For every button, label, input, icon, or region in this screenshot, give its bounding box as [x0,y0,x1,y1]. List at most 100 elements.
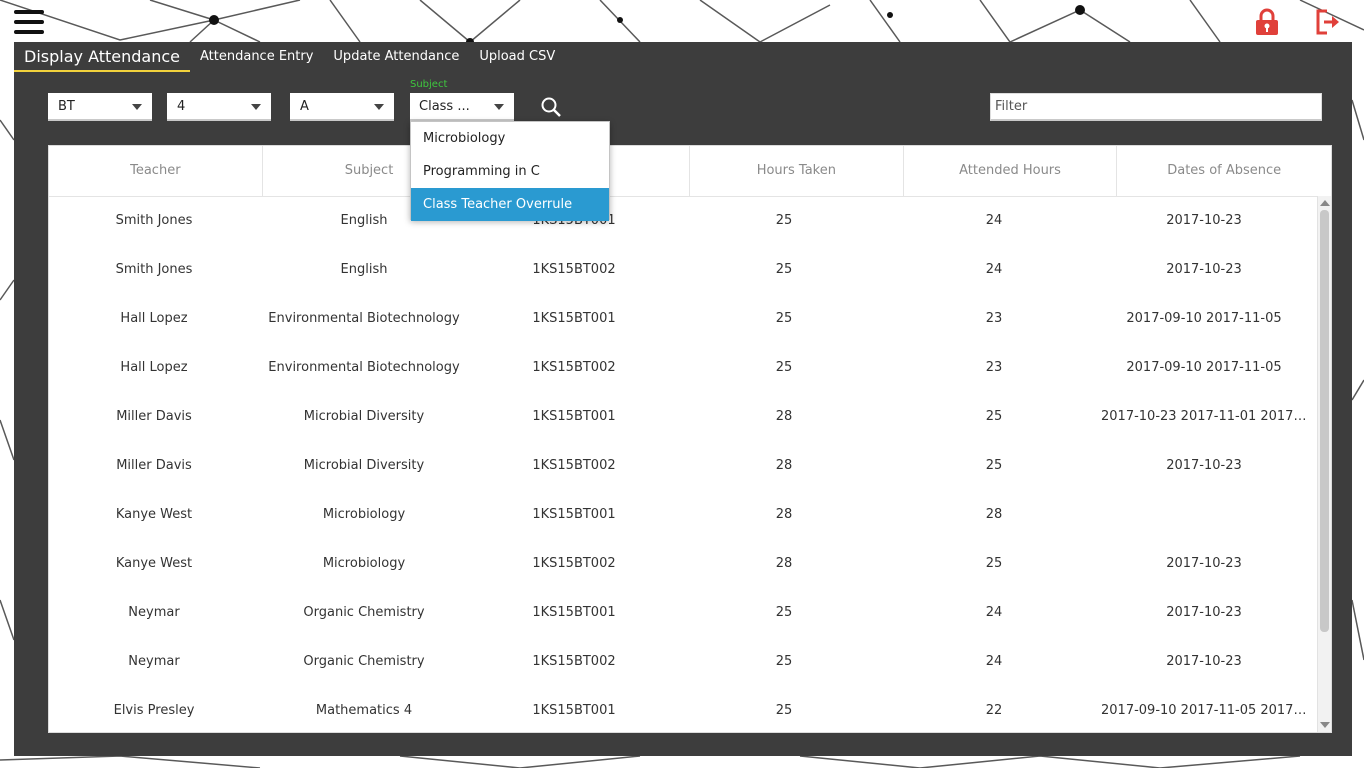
table-row[interactable]: Hall Lopez Environmental Biotechnology 1KS… [49,294,1317,343]
table-row[interactable]: Elvis Presley Mathematics 4 1KS15BT001 25 22… [49,686,1317,732]
table-cell: 25 [985,556,1003,571]
table-cell: Miller Davis [116,458,192,473]
table-cell: Environmental Biotechnology [268,360,460,375]
table-cell: 25 [775,605,793,620]
scroll-thumb[interactable] [1320,210,1329,632]
chevron-down-icon [374,104,384,110]
table-cell: Kanye West [115,556,193,571]
table-cell: 1KS15BT002 [532,360,616,375]
hamburger-menu-icon[interactable] [14,10,44,34]
table-cell: 24 [985,654,1003,669]
subject-value: Class ... [419,99,470,114]
table-cell: 1KS15BT002 [532,262,616,277]
section-select[interactable]: A [290,93,394,121]
table-cell: 22 [985,703,1003,718]
table-cell: Environmental Biotechnology [268,311,460,326]
tab-display-attendance[interactable]: Display Attendance [14,42,190,72]
table-row[interactable]: Kanye West Microbiology 1KS15BT001 28 28 [49,490,1317,539]
dropdown-option[interactable]: Class Teacher Overrule [411,188,609,221]
attendance-panel: Display Attendance Attendance Entry Upda… [14,42,1352,756]
table-cell: 1KS15BT002 [532,556,616,571]
table-cell: Organic Chemistry [303,654,425,669]
table-cell: 1KS15BT001 [532,409,616,424]
chevron-down-icon [494,104,504,110]
table-cell: Microbiology [322,556,406,571]
table-cell: 23 [985,311,1003,326]
table-cell: Microbiology [322,507,406,522]
scroll-up-arrow-icon[interactable] [1320,200,1330,206]
table-cell: 2017-10-23 [1166,556,1242,571]
column-header[interactable]: Hours Taken [690,146,904,196]
table-cell: 2017-10-23 2017-11-01 2017-11... [1101,409,1309,424]
tab-upload-csv[interactable]: Upload CSV [469,42,565,72]
table-row[interactable]: Smith Jones English 1KS15BT002 25 24 2017-10-… [49,245,1317,294]
table-cell: 25 [775,703,793,718]
table-cell: 2017-09-10 2017-11-05 [1126,360,1282,375]
table-cell: Hall Lopez [120,360,188,375]
table-cell: 24 [985,605,1003,620]
column-header[interactable]: Attended Hours [904,146,1118,196]
table-cell: 1KS15BT001 [532,605,616,620]
table-cell: 2017-09-10 2017-11-05 [1126,311,1282,326]
table-cell: 28 [775,556,793,571]
table-cell: Neymar [128,654,180,669]
tab-update-attendance[interactable]: Update Attendance [323,42,469,72]
search-icon[interactable] [540,96,562,118]
table-row[interactable]: Smith JonesEnglish1KS15BT00125242017-10-… [49,196,1317,245]
attendance-table: Teacher Subject Hours Taken Attended Hours D… [48,145,1332,733]
table-cell: 2017-10-23 [1166,605,1242,620]
table-cell: 25 [775,311,793,326]
table-row[interactable]: Miller Davis Microbial Diversity 1KS15BT00… [49,441,1317,490]
table-cell: 25 [775,262,793,277]
table-cell: 28 [985,507,1003,522]
lock-icon[interactable] [1255,8,1279,36]
table-cell: 1KS15BT001 [532,703,616,718]
table-cell: English [340,262,388,277]
table-cell: 25 [775,213,793,228]
scroll-down-arrow-icon[interactable] [1320,722,1330,728]
table-cell: Organic Chemistry [303,605,425,620]
table-row[interactable]: Neymar Organic Chemistry 1KS15BT001 25 24 201… [49,588,1317,637]
dropdown-option[interactable]: Programming in C [411,155,609,188]
table-cell: Hall Lopez [120,311,188,326]
table-cell: 1KS15BT001 [532,311,616,326]
table-cell: 28 [775,409,793,424]
table-row[interactable]: Kanye West Microbiology 1KS15BT002 28 25 2017… [49,539,1317,588]
table-header: Teacher Subject Hours Taken Attended Hours D… [49,146,1331,197]
logout-icon[interactable] [1315,8,1343,36]
table-cell: Microbial Diversity [303,409,425,424]
table-cell: Microbial Diversity [303,458,425,473]
table-row[interactable]: Miller Davis Microbial Diversity 1KS15BT00… [49,392,1317,441]
table-row[interactable]: Neymar Organic Chemistry 1KS15BT002 25 24 201… [49,637,1317,686]
table-cell: Neymar [128,605,180,620]
subject-label: Subject [410,79,448,90]
table-cell: 24 [985,262,1003,277]
filter-input[interactable] [990,93,1322,121]
table-cell: 25 [985,409,1003,424]
table-cell: Mathematics 4 [315,703,413,718]
dropdown-option[interactable]: Microbiology [411,122,609,155]
tab-bar: Display Attendance Attendance Entry Upda… [14,42,565,72]
table-cell: 2017-10-23 [1166,458,1242,473]
column-header[interactable]: Teacher [49,146,263,196]
column-header[interactable]: Dates of Absence [1117,146,1331,196]
table-cell: Smith Jones [115,262,193,277]
table-cell: 24 [985,213,1003,228]
semester-value: 4 [177,99,186,114]
table-cell: Elvis Presley [113,703,195,718]
branch-select[interactable]: BT [48,93,152,121]
section-value: A [300,99,309,114]
semester-select[interactable]: 4 [167,93,271,121]
tab-attendance-entry[interactable]: Attendance Entry [190,42,323,72]
table-cell: 2017-10-23 [1166,654,1242,669]
table-cell: 2017-10-23 [1166,213,1242,228]
branch-value: BT [58,99,75,114]
table-cell: 25 [775,360,793,375]
table-scrollbar[interactable] [1317,196,1331,732]
subject-select[interactable]: Class ... [410,93,514,121]
table-row[interactable]: Hall Lopez Environmental Biotechnology 1KS… [49,343,1317,392]
table-cell: 23 [985,360,1003,375]
table-body: Smith Jones English 1KS15BT001 25 24 2017-10-… [49,196,1317,732]
table-cell: 28 [775,507,793,522]
table-cell: 1KS15BT002 [532,654,616,669]
